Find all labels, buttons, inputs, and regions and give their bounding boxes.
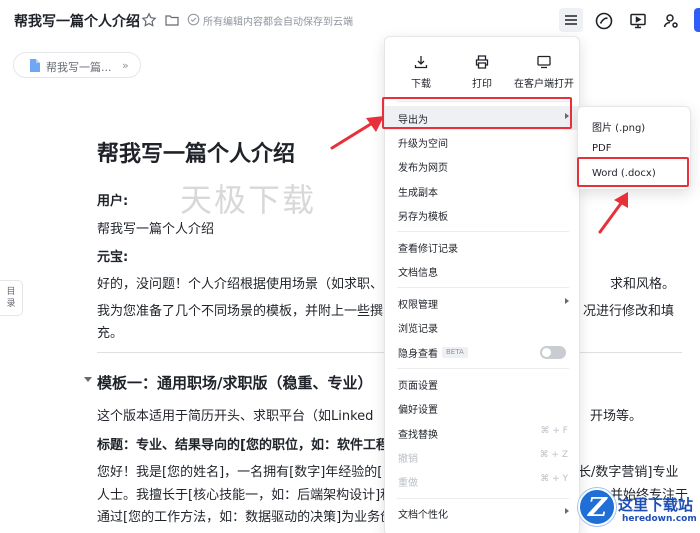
word-highlight-box — [577, 157, 689, 187]
paragraph-2-cont: 充。 — [97, 326, 124, 341]
user-permission-icon[interactable] — [661, 11, 681, 31]
menu-item-create-copy[interactable]: 生成副本 — [385, 179, 579, 203]
paragraph-5: 您好！我是[您的姓名]，一名拥有[数字]年经验的[ — [97, 465, 383, 480]
logo-letter: Z — [588, 493, 607, 523]
export-highlight-box — [382, 97, 572, 129]
menu-item-label: 升级为空间 — [398, 139, 448, 150]
paragraph-1-tail: 求和风格。 — [610, 277, 676, 292]
menu-item-label: 发布为网页 — [398, 163, 448, 174]
print-action[interactable]: 打印 — [452, 37, 512, 97]
logo-url: heredown.com — [622, 514, 697, 524]
menu-item-preferences[interactable]: 偏好设置 — [385, 396, 579, 420]
paragraph-3: 这个版本适用于简历开头、求职平台（如Linked — [97, 409, 374, 424]
assistant-label: 元宝: — [97, 250, 129, 265]
red-arrow-to-export — [330, 116, 384, 150]
paragraph-2: 我为您准备了几个不同场景的模板，并附上一些撰 — [97, 304, 384, 319]
hamburger-menu-icon[interactable] — [561, 10, 581, 30]
section-heading: 模板一：通用职场/求职版（稳重、专业） — [97, 374, 373, 392]
menu-item-incognito[interactable]: 隐身查看 BETA — [385, 340, 579, 364]
menu-item-doc-info[interactable]: 文档信息 — [385, 259, 579, 283]
menu-separator — [397, 231, 569, 232]
share-button-edge[interactable] — [694, 8, 700, 32]
incognito-toggle[interactable] — [540, 346, 566, 359]
export-png-label: 图片 (.png) — [592, 123, 646, 134]
paragraph-5-tail: 长/数字营销]专业 — [578, 465, 679, 480]
menu-item-label: 隐身查看 — [398, 349, 438, 360]
ai-assistant-icon[interactable] — [594, 11, 614, 31]
user-message: 帮我写一篇个人介绍 — [97, 222, 215, 237]
document-icon — [30, 59, 40, 72]
logo-name: 这里下载站 — [618, 496, 694, 514]
export-png-option[interactable]: 图片 (.png) — [578, 113, 692, 137]
menu-item-label: 撤销 — [398, 454, 418, 465]
submenu-arrow-icon — [565, 298, 569, 304]
paragraph-7: 通过[您的工作方法，如：数据驱动的决策]为业务创 — [97, 510, 394, 525]
submenu-arrow-icon — [565, 508, 569, 514]
outline-label: 目录 — [6, 287, 16, 309]
red-arrow-to-word — [598, 192, 628, 234]
menu-item-permissions[interactable]: 权限管理 — [385, 291, 579, 315]
menu-item-publish-web[interactable]: 发布为网页 — [385, 154, 579, 178]
user-label: 用户: — [97, 194, 129, 209]
shortcut-hint: ⌘ + Z — [539, 450, 568, 460]
menu-item-page-setup[interactable]: 页面设置 — [385, 372, 579, 396]
folder-icon[interactable] — [164, 12, 180, 28]
menu-item-label: 文档个性化 — [398, 510, 448, 521]
breadcrumb[interactable]: 帮我写一篇... » — [13, 52, 141, 78]
breadcrumb-label: 帮我写一篇... — [46, 61, 112, 74]
menu-item-label: 另存为模板 — [398, 212, 448, 223]
menu-item-undo[interactable]: 撤销 ⌘ + Z — [385, 445, 579, 469]
logo-badge: Z — [578, 488, 616, 526]
menu-item-save-template[interactable]: 另存为模板 — [385, 203, 579, 227]
menu-separator — [397, 498, 569, 499]
presentation-icon[interactable] — [628, 11, 648, 31]
open-client-action[interactable]: 在客户端打开 — [514, 37, 574, 97]
export-pdf-label: PDF — [592, 143, 612, 154]
top-toolbar: 帮我写一篇个人介绍 所有编辑内容都会自动保存到云端 — [0, 0, 700, 42]
download-action[interactable]: 下载 — [391, 37, 451, 97]
menu-item-upgrade-space[interactable]: 升级为空间 — [385, 130, 579, 154]
double-chevron-right-icon[interactable]: » — [122, 59, 129, 72]
menu-item-label: 重做 — [398, 478, 418, 489]
menu-item-label: 浏览记录 — [398, 324, 438, 335]
shortcut-hint: ⌘ + F — [540, 426, 568, 436]
menu-item-browse-history[interactable]: 浏览记录 — [385, 315, 579, 339]
menu-item-revision-history[interactable]: 查看修订记录 — [385, 235, 579, 259]
save-status: 所有编辑内容都会自动保存到云端 — [203, 17, 353, 28]
beta-badge: BETA — [442, 347, 468, 358]
doc-heading: 帮我写一篇个人介绍 — [97, 142, 296, 167]
menu-item-label: 页面设置 — [398, 381, 438, 392]
print-label: 打印 — [472, 79, 492, 90]
menu-item-label: 偏好设置 — [398, 405, 438, 416]
watermark: 天极下载 — [180, 181, 317, 219]
menu-separator — [397, 368, 569, 369]
doc-title[interactable]: 帮我写一篇个人介绍 — [14, 11, 140, 31]
shortcut-hint: ⌘ + Y — [540, 474, 568, 484]
star-icon[interactable] — [141, 12, 157, 28]
outline-toggle[interactable]: 目录 — [0, 280, 23, 316]
menu-item-label: 查看修订记录 — [398, 244, 458, 255]
paragraph-1: 好的，没问题！个人介绍根据使用场景（如求职、 — [97, 277, 384, 292]
download-label: 下载 — [411, 79, 431, 90]
menu-item-label: 文档信息 — [398, 268, 438, 279]
paragraph-4: 标题：专业、结果导向的[您的职位，如：软件工程 — [97, 438, 389, 453]
menu-separator — [397, 287, 569, 288]
monitor-icon — [537, 55, 551, 69]
download-icon — [414, 56, 428, 69]
menu-item-personalize[interactable]: 文档个性化 — [385, 501, 579, 525]
collapse-triangle-icon[interactable] — [84, 377, 92, 382]
printer-icon — [475, 55, 489, 69]
paragraph-6: 人士。我擅长于[核心技能一，如：后端架构设计]和 — [97, 488, 394, 503]
menu-item-label: 权限管理 — [398, 300, 438, 311]
site-logo: Z 这里下载站 heredown.com — [578, 488, 700, 533]
paragraph-3-tail: 开场等。 — [590, 409, 643, 424]
menu-item-label: 生成副本 — [398, 188, 438, 199]
menu-item-find-replace[interactable]: 查找替换 ⌘ + F — [385, 421, 579, 445]
check-circle-icon — [187, 13, 200, 26]
open-client-label: 在客户端打开 — [514, 79, 574, 90]
menu-item-label: 查找替换 — [398, 430, 438, 441]
paragraph-2-tail: 况进行修改和填 — [583, 304, 675, 319]
menu-item-redo[interactable]: 重做 ⌘ + Y — [385, 469, 579, 493]
